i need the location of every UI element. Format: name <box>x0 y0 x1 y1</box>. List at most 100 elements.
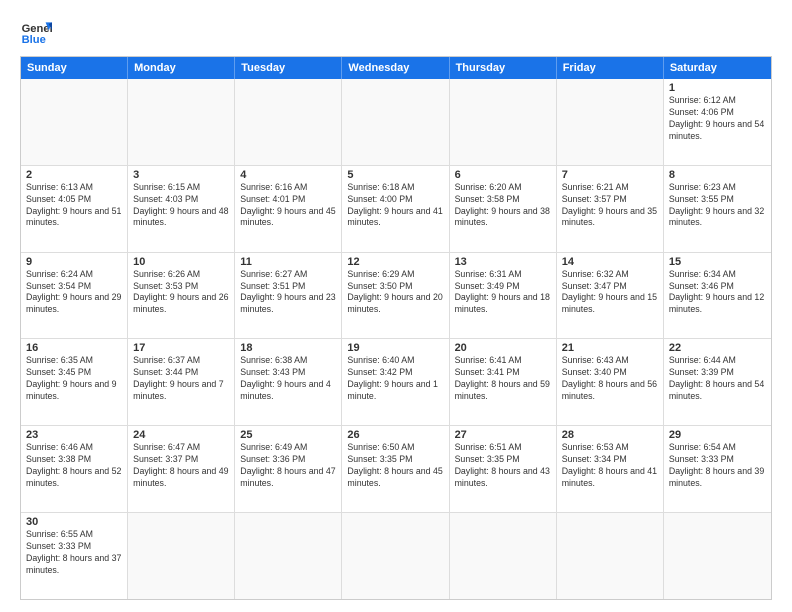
calendar-cell <box>557 513 664 599</box>
day-info: Sunrise: 6:12 AM Sunset: 4:06 PM Dayligh… <box>669 95 766 143</box>
calendar-cell: 25Sunrise: 6:49 AM Sunset: 3:36 PM Dayli… <box>235 426 342 512</box>
calendar-cell <box>21 79 128 165</box>
calendar-cell: 26Sunrise: 6:50 AM Sunset: 3:35 PM Dayli… <box>342 426 449 512</box>
day-info: Sunrise: 6:53 AM Sunset: 3:34 PM Dayligh… <box>562 442 658 490</box>
calendar-cell <box>235 513 342 599</box>
calendar-cell: 7Sunrise: 6:21 AM Sunset: 3:57 PM Daylig… <box>557 166 664 252</box>
day-number: 2 <box>26 169 122 181</box>
day-info: Sunrise: 6:40 AM Sunset: 3:42 PM Dayligh… <box>347 355 443 403</box>
calendar-cell: 21Sunrise: 6:43 AM Sunset: 3:40 PM Dayli… <box>557 339 664 425</box>
calendar-cell <box>235 79 342 165</box>
calendar-cell: 15Sunrise: 6:34 AM Sunset: 3:46 PM Dayli… <box>664 253 771 339</box>
day-number: 1 <box>669 82 766 94</box>
day-info: Sunrise: 6:46 AM Sunset: 3:38 PM Dayligh… <box>26 442 122 490</box>
day-info: Sunrise: 6:49 AM Sunset: 3:36 PM Dayligh… <box>240 442 336 490</box>
logo-icon: General Blue <box>20 16 52 48</box>
day-number: 13 <box>455 256 551 268</box>
calendar-cell: 11Sunrise: 6:27 AM Sunset: 3:51 PM Dayli… <box>235 253 342 339</box>
day-info: Sunrise: 6:38 AM Sunset: 3:43 PM Dayligh… <box>240 355 336 403</box>
day-info: Sunrise: 6:16 AM Sunset: 4:01 PM Dayligh… <box>240 182 336 230</box>
calendar-cell: 20Sunrise: 6:41 AM Sunset: 3:41 PM Dayli… <box>450 339 557 425</box>
day-number: 4 <box>240 169 336 181</box>
day-number: 14 <box>562 256 658 268</box>
page: General Blue Sunday Monday Tuesday Wedne… <box>0 0 792 612</box>
calendar-cell: 17Sunrise: 6:37 AM Sunset: 3:44 PM Dayli… <box>128 339 235 425</box>
calendar-cell: 30Sunrise: 6:55 AM Sunset: 3:33 PM Dayli… <box>21 513 128 599</box>
calendar-cell: 6Sunrise: 6:20 AM Sunset: 3:58 PM Daylig… <box>450 166 557 252</box>
calendar-cell <box>450 513 557 599</box>
calendar-row-3: 9Sunrise: 6:24 AM Sunset: 3:54 PM Daylig… <box>21 253 771 340</box>
day-info: Sunrise: 6:20 AM Sunset: 3:58 PM Dayligh… <box>455 182 551 230</box>
day-number: 28 <box>562 429 658 441</box>
day-info: Sunrise: 6:43 AM Sunset: 3:40 PM Dayligh… <box>562 355 658 403</box>
day-number: 23 <box>26 429 122 441</box>
calendar-row-1: 1Sunrise: 6:12 AM Sunset: 4:06 PM Daylig… <box>21 79 771 166</box>
calendar-cell: 19Sunrise: 6:40 AM Sunset: 3:42 PM Dayli… <box>342 339 449 425</box>
header: General Blue <box>20 16 772 48</box>
day-number: 15 <box>669 256 766 268</box>
day-number: 20 <box>455 342 551 354</box>
calendar-cell: 28Sunrise: 6:53 AM Sunset: 3:34 PM Dayli… <box>557 426 664 512</box>
day-number: 30 <box>26 516 122 528</box>
day-info: Sunrise: 6:13 AM Sunset: 4:05 PM Dayligh… <box>26 182 122 230</box>
header-friday: Friday <box>557 57 664 79</box>
calendar-cell <box>342 513 449 599</box>
calendar: Sunday Monday Tuesday Wednesday Thursday… <box>20 56 772 600</box>
calendar-row-6: 30Sunrise: 6:55 AM Sunset: 3:33 PM Dayli… <box>21 513 771 599</box>
day-info: Sunrise: 6:37 AM Sunset: 3:44 PM Dayligh… <box>133 355 229 403</box>
day-number: 9 <box>26 256 122 268</box>
calendar-cell: 13Sunrise: 6:31 AM Sunset: 3:49 PM Dayli… <box>450 253 557 339</box>
calendar-cell: 27Sunrise: 6:51 AM Sunset: 3:35 PM Dayli… <box>450 426 557 512</box>
day-info: Sunrise: 6:23 AM Sunset: 3:55 PM Dayligh… <box>669 182 766 230</box>
day-number: 10 <box>133 256 229 268</box>
day-info: Sunrise: 6:41 AM Sunset: 3:41 PM Dayligh… <box>455 355 551 403</box>
day-info: Sunrise: 6:50 AM Sunset: 3:35 PM Dayligh… <box>347 442 443 490</box>
calendar-cell: 9Sunrise: 6:24 AM Sunset: 3:54 PM Daylig… <box>21 253 128 339</box>
day-info: Sunrise: 6:54 AM Sunset: 3:33 PM Dayligh… <box>669 442 766 490</box>
calendar-cell: 1Sunrise: 6:12 AM Sunset: 4:06 PM Daylig… <box>664 79 771 165</box>
day-info: Sunrise: 6:34 AM Sunset: 3:46 PM Dayligh… <box>669 269 766 317</box>
day-number: 29 <box>669 429 766 441</box>
calendar-cell: 14Sunrise: 6:32 AM Sunset: 3:47 PM Dayli… <box>557 253 664 339</box>
calendar-row-2: 2Sunrise: 6:13 AM Sunset: 4:05 PM Daylig… <box>21 166 771 253</box>
day-info: Sunrise: 6:55 AM Sunset: 3:33 PM Dayligh… <box>26 529 122 577</box>
day-info: Sunrise: 6:31 AM Sunset: 3:49 PM Dayligh… <box>455 269 551 317</box>
day-number: 22 <box>669 342 766 354</box>
header-saturday: Saturday <box>664 57 771 79</box>
calendar-cell <box>342 79 449 165</box>
svg-text:Blue: Blue <box>22 34 46 46</box>
calendar-cell <box>128 513 235 599</box>
day-info: Sunrise: 6:27 AM Sunset: 3:51 PM Dayligh… <box>240 269 336 317</box>
calendar-cell: 4Sunrise: 6:16 AM Sunset: 4:01 PM Daylig… <box>235 166 342 252</box>
calendar-cell: 8Sunrise: 6:23 AM Sunset: 3:55 PM Daylig… <box>664 166 771 252</box>
day-info: Sunrise: 6:15 AM Sunset: 4:03 PM Dayligh… <box>133 182 229 230</box>
day-info: Sunrise: 6:18 AM Sunset: 4:00 PM Dayligh… <box>347 182 443 230</box>
calendar-cell <box>664 513 771 599</box>
header-wednesday: Wednesday <box>342 57 449 79</box>
calendar-cell: 3Sunrise: 6:15 AM Sunset: 4:03 PM Daylig… <box>128 166 235 252</box>
calendar-cell: 16Sunrise: 6:35 AM Sunset: 3:45 PM Dayli… <box>21 339 128 425</box>
calendar-cell <box>557 79 664 165</box>
day-number: 12 <box>347 256 443 268</box>
calendar-cell: 5Sunrise: 6:18 AM Sunset: 4:00 PM Daylig… <box>342 166 449 252</box>
day-info: Sunrise: 6:21 AM Sunset: 3:57 PM Dayligh… <box>562 182 658 230</box>
day-info: Sunrise: 6:47 AM Sunset: 3:37 PM Dayligh… <box>133 442 229 490</box>
day-info: Sunrise: 6:44 AM Sunset: 3:39 PM Dayligh… <box>669 355 766 403</box>
day-number: 5 <box>347 169 443 181</box>
day-info: Sunrise: 6:29 AM Sunset: 3:50 PM Dayligh… <box>347 269 443 317</box>
day-number: 17 <box>133 342 229 354</box>
calendar-cell: 29Sunrise: 6:54 AM Sunset: 3:33 PM Dayli… <box>664 426 771 512</box>
header-monday: Monday <box>128 57 235 79</box>
day-info: Sunrise: 6:32 AM Sunset: 3:47 PM Dayligh… <box>562 269 658 317</box>
logo: General Blue <box>20 16 52 48</box>
day-info: Sunrise: 6:35 AM Sunset: 3:45 PM Dayligh… <box>26 355 122 403</box>
day-number: 24 <box>133 429 229 441</box>
day-number: 25 <box>240 429 336 441</box>
calendar-cell <box>450 79 557 165</box>
calendar-cell: 22Sunrise: 6:44 AM Sunset: 3:39 PM Dayli… <box>664 339 771 425</box>
day-number: 6 <box>455 169 551 181</box>
header-sunday: Sunday <box>21 57 128 79</box>
day-number: 18 <box>240 342 336 354</box>
day-number: 3 <box>133 169 229 181</box>
calendar-cell <box>128 79 235 165</box>
